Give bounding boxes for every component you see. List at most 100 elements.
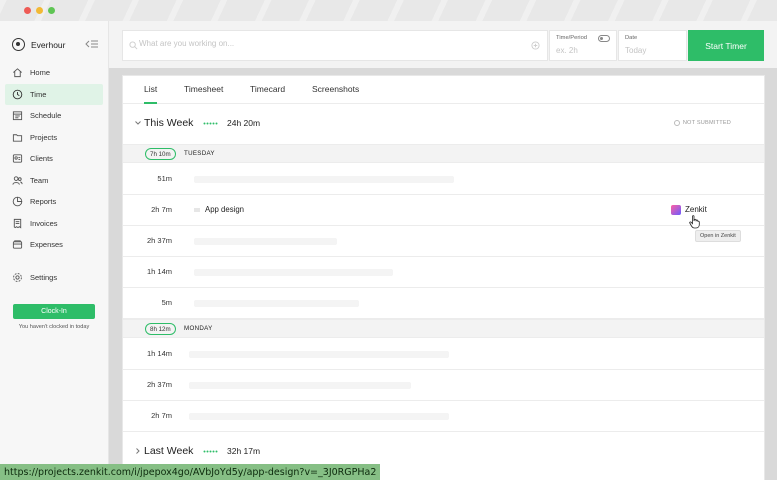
team-icon <box>12 176 23 185</box>
sidebar-item-schedule[interactable]: Schedule <box>5 105 103 127</box>
time-entry-row[interactable]: 1h 14m <box>123 339 764 370</box>
entry-duration: 2h 7m <box>151 411 172 420</box>
sidebar-item-home[interactable]: Home <box>5 62 103 84</box>
sidebar-item-label: Settings <box>30 273 58 283</box>
tab-timecard[interactable]: Timecard <box>250 84 285 94</box>
progress-dots-icon <box>203 450 218 453</box>
entry-placeholder-bar <box>189 382 411 389</box>
date-placeholder: Today <box>625 46 647 55</box>
entry-placeholder-bar <box>194 238 337 245</box>
task-search[interactable] <box>122 30 548 61</box>
submission-status: NOT SUBMITTED <box>673 120 731 126</box>
time-entry-row[interactable]: 2h 37m <box>123 226 764 257</box>
tab-timesheet[interactable]: Timesheet <box>184 84 223 94</box>
add-task-icon[interactable] <box>531 41 540 50</box>
time-entry-row[interactable]: 51m <box>123 164 764 195</box>
entry-duration: 51m <box>157 174 172 183</box>
entry-placeholder-bar <box>189 413 449 420</box>
time-entry-row[interactable]: 2h 7m App design Zenkit Open in Zenkit <box>123 195 764 242</box>
clock-in-button[interactable]: Clock-In <box>13 304 95 319</box>
view-tabs: List Timesheet Timecard Screenshots <box>123 76 764 104</box>
time-entry-row[interactable]: 2h 37m <box>123 370 764 401</box>
zenkit-icon[interactable] <box>671 205 681 215</box>
brand-name: Everhour <box>31 39 66 50</box>
window-maximize-button[interactable] <box>48 7 55 14</box>
sidebar-item-projects[interactable]: Projects <box>5 127 103 149</box>
collapse-sidebar-icon[interactable] <box>85 39 99 49</box>
day-header-monday: 8h 12m MONDAY <box>123 319 764 338</box>
sidebar-item-reports[interactable]: Reports <box>5 191 103 213</box>
clients-icon <box>12 154 23 163</box>
gear-icon <box>13 273 22 283</box>
everhour-logo-icon <box>12 38 25 51</box>
entry-placeholder-bar <box>194 269 393 276</box>
entry-placeholder-bar <box>189 351 449 358</box>
entry-duration: 1h 14m <box>146 349 172 358</box>
sidebar-item-time[interactable]: Time <box>5 83 103 105</box>
sidebar-item-label: Schedule <box>30 111 62 121</box>
last-week-title: Last Week <box>144 445 194 457</box>
date-field[interactable]: Date Today <box>618 30 687 61</box>
this-week-total: 24h 20m <box>227 118 261 128</box>
time-period-field[interactable]: Time/Period ex. 2h <box>549 30 617 61</box>
expenses-icon <box>12 240 23 249</box>
sidebar-item-label: Projects <box>30 132 58 142</box>
sidebar-item-invoices[interactable]: Invoices <box>5 213 103 235</box>
window-minimize-button[interactable] <box>36 7 43 14</box>
sidebar-item-label: Home <box>30 68 51 78</box>
this-week-header[interactable]: This Week 24h 20m NOT SUBMITTED <box>123 108 764 138</box>
sidebar-item-expenses[interactable]: Expenses <box>5 234 103 256</box>
day-name: TUESDAY <box>184 150 215 157</box>
sidebar-item-label: Team <box>30 175 49 185</box>
entry-placeholder-bar <box>194 300 359 307</box>
sidebar-item-clients[interactable]: Clients <box>5 148 103 170</box>
last-week-total: 32h 17m <box>227 446 261 456</box>
window-titlebar <box>0 0 777 21</box>
task-search-input[interactable] <box>139 39 519 48</box>
entry-duration: 2h 37m <box>146 236 172 245</box>
search-icon <box>129 41 138 50</box>
sidebar-item-label: Time <box>30 89 47 99</box>
entry-task-name[interactable]: App design <box>205 205 244 214</box>
sidebar-item-label: Expenses <box>30 240 63 250</box>
status-icon <box>673 120 680 126</box>
drag-handle-icon[interactable] <box>194 207 200 213</box>
sidebar-item-label: Invoices <box>30 218 58 228</box>
schedule-icon <box>12 111 23 121</box>
day-header-tuesday: 7h 10m TUESDAY <box>123 144 764 163</box>
last-week-header[interactable]: Last Week 32h 17m <box>123 436 764 466</box>
tab-screenshots[interactable]: Screenshots <box>312 84 359 94</box>
time-entry-row[interactable]: 5m <box>123 288 764 319</box>
day-total-badge: 8h 12m <box>145 323 176 335</box>
window-close-button[interactable] <box>24 7 31 14</box>
chevron-right-icon <box>136 448 140 454</box>
time-entry-row[interactable]: 2h 7m <box>123 401 764 432</box>
tab-list[interactable]: List <box>144 84 158 104</box>
home-icon <box>13 68 22 78</box>
date-label: Date <box>625 35 638 41</box>
sidebar-item-team[interactable]: Team <box>5 170 103 192</box>
reports-icon <box>12 196 23 207</box>
time-card: List Timesheet Timecard Screenshots This… <box>122 75 765 480</box>
sidebar: Everhour Home Time Schedule Projects Cli… <box>0 21 109 480</box>
day-name: MONDAY <box>184 325 213 332</box>
progress-dots-icon <box>203 122 218 125</box>
timer-bar: Time/Period ex. 2h Date Today Start Time… <box>109 21 777 68</box>
start-timer-button[interactable]: Start Timer <box>688 30 764 61</box>
day-total-badge: 7h 10m <box>145 148 176 160</box>
submission-status-label: NOT SUBMITTED <box>682 120 731 126</box>
link-status-bar: https://projects.zenkit.com/i/jpepox4go/… <box>0 464 381 480</box>
entry-duration: 2h 7m <box>151 205 172 214</box>
integration-link[interactable]: Zenkit <box>685 205 707 214</box>
time-period-placeholder: ex. 2h <box>556 46 578 55</box>
time-period-label: Time/Period <box>556 35 588 41</box>
time-entry-row[interactable]: 1h 14m <box>123 257 764 288</box>
period-toggle[interactable] <box>598 35 610 42</box>
clock-icon <box>12 89 23 100</box>
sidebar-item-label: Reports <box>30 197 57 207</box>
clock-in-note: You haven't clocked in today <box>18 324 90 330</box>
entry-duration: 1h 14m <box>146 267 172 276</box>
sidebar-nav: Home Time Schedule Projects Clients Team… <box>5 62 103 256</box>
brand[interactable]: Everhour <box>12 38 66 51</box>
sidebar-item-settings[interactable]: Settings <box>5 267 103 289</box>
